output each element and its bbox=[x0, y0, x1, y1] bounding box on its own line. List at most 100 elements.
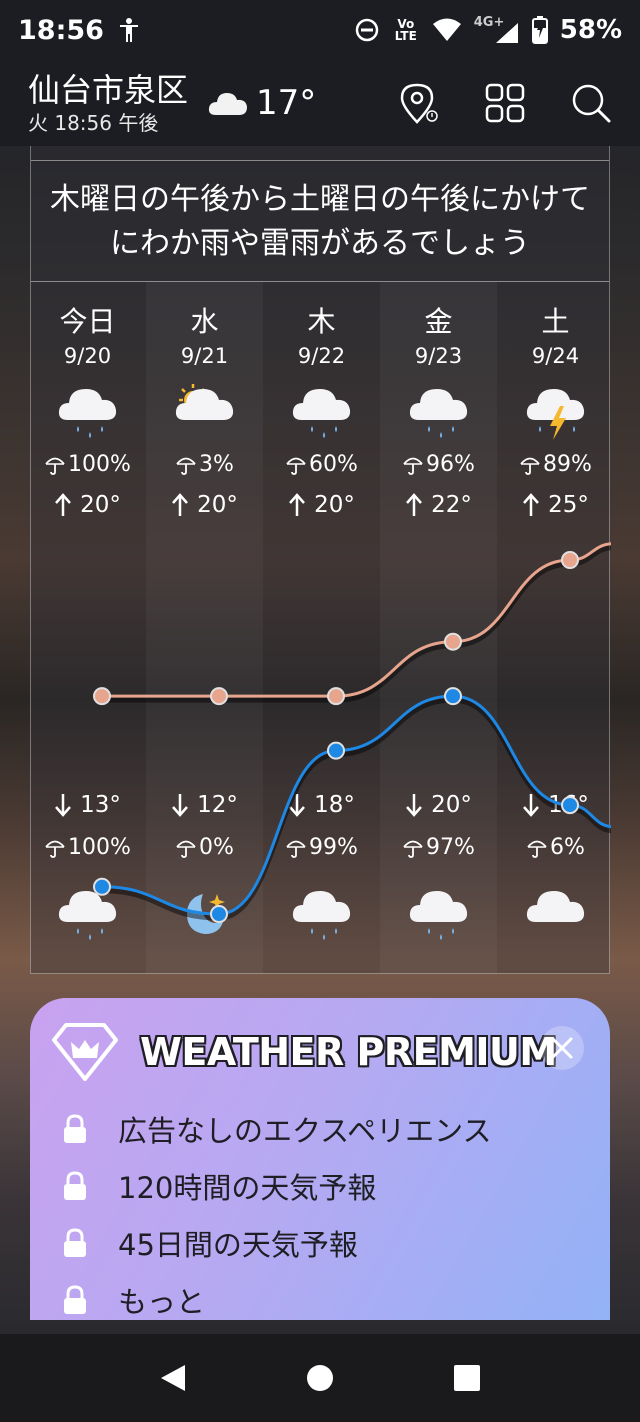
night-precip-value: 0% bbox=[199, 835, 234, 860]
forecast-day-column[interactable]: 水 9/21 3% 20° 12° 0% bbox=[146, 282, 263, 974]
arrow-down-icon bbox=[172, 794, 189, 817]
recents-icon[interactable] bbox=[453, 1364, 481, 1392]
high-temp-value: 25° bbox=[548, 492, 589, 518]
high-temp-value: 20° bbox=[314, 492, 355, 518]
premium-feature-label: もっと bbox=[118, 1285, 206, 1319]
day-precip: 96% bbox=[402, 452, 475, 477]
premium-feature-item: 120時間の天気予報 bbox=[62, 1165, 376, 1207]
forecast-summary: 木曜日の午後から土曜日の午後にかけてにわか雨や雷雨があるでしょう bbox=[31, 162, 609, 282]
low-temp-value: 20° bbox=[431, 792, 472, 818]
app-header: 仙台市泉区 火 18:56 午後 17° bbox=[0, 60, 640, 146]
accessibility-icon bbox=[119, 18, 138, 42]
arrow-up-icon bbox=[289, 493, 306, 516]
night-precip-value: 99% bbox=[309, 835, 358, 860]
grid-icon[interactable] bbox=[484, 82, 526, 124]
card-divider bbox=[31, 160, 609, 161]
high-temp: 20° bbox=[288, 492, 355, 518]
day-date: 9/21 bbox=[180, 344, 229, 368]
day-precip: 60% bbox=[285, 452, 358, 477]
umbrella-icon bbox=[45, 457, 65, 475]
low-temp: 18° bbox=[288, 792, 355, 818]
partly-sunny-icon bbox=[170, 380, 240, 442]
premium-feature-label: 45日間の天気予報 bbox=[118, 1228, 358, 1262]
location-icon[interactable] bbox=[398, 82, 440, 124]
arrow-up-icon bbox=[55, 493, 72, 516]
search-icon[interactable] bbox=[570, 82, 612, 124]
arrow-up-icon bbox=[523, 493, 540, 516]
premium-title: WEATHER PREMIUM bbox=[140, 1030, 557, 1074]
status-bar: 18:56 Vo LTE 4G+ 58% bbox=[0, 0, 640, 60]
day-date: 9/20 bbox=[63, 344, 112, 368]
low-temp: 13° bbox=[54, 792, 121, 818]
umbrella-icon bbox=[403, 457, 423, 475]
high-temp: 20° bbox=[171, 492, 238, 518]
rain-cloud-icon bbox=[53, 380, 123, 442]
wifi-icon bbox=[432, 18, 461, 41]
day-date: 9/24 bbox=[531, 344, 580, 368]
premium-feature-item: もっと bbox=[62, 1279, 205, 1320]
thunderstorm-icon bbox=[521, 380, 591, 442]
volte-icon: Vo LTE bbox=[392, 18, 420, 42]
umbrella-icon bbox=[286, 457, 306, 475]
premium-feature-label: 広告なしのエクスペリエンス bbox=[118, 1114, 492, 1148]
rain-cloud-icon bbox=[287, 380, 357, 442]
high-temp: 25° bbox=[522, 492, 589, 518]
day-precip-value: 96% bbox=[426, 452, 475, 477]
day-name: 金 bbox=[424, 305, 453, 338]
current-temperature: 17° bbox=[256, 83, 317, 123]
low-temp-value: 18° bbox=[314, 792, 355, 818]
night-precip-value: 6% bbox=[550, 835, 585, 860]
umbrella-icon bbox=[286, 840, 306, 858]
high-temp: 22° bbox=[405, 492, 472, 518]
status-time: 18:56 bbox=[18, 14, 104, 46]
umbrella-icon bbox=[176, 840, 196, 858]
battery-charging-icon bbox=[531, 16, 548, 44]
signal-icon bbox=[495, 23, 518, 43]
back-icon[interactable] bbox=[159, 1363, 187, 1393]
location-block[interactable]: 仙台市泉区 火 18:56 午後 bbox=[28, 70, 188, 136]
forecast-day-column[interactable]: 土 9/24 89% 25° 16° 6% bbox=[497, 282, 614, 974]
umbrella-icon bbox=[527, 840, 547, 858]
day-name: 今日 bbox=[59, 305, 116, 338]
city-name[interactable]: 仙台市泉区 bbox=[28, 70, 188, 110]
rain-cloud-icon bbox=[53, 882, 123, 944]
location-subtitle: 火 18:56 午後 bbox=[28, 111, 159, 135]
current-weather[interactable]: 17° bbox=[208, 83, 316, 123]
low-temp-value: 12° bbox=[197, 792, 238, 818]
day-precip-value: 3% bbox=[199, 452, 234, 477]
low-temp-value: 13° bbox=[80, 792, 121, 818]
rain-cloud-icon bbox=[404, 380, 474, 442]
close-icon bbox=[551, 1037, 573, 1059]
close-button[interactable] bbox=[540, 1026, 584, 1070]
arrow-down-icon bbox=[289, 794, 306, 817]
volte-label: Vo LTE bbox=[394, 17, 417, 43]
arrow-down-icon bbox=[55, 794, 72, 817]
premium-crown-badge-icon bbox=[52, 1023, 118, 1081]
day-date: 9/22 bbox=[297, 344, 346, 368]
lock-icon bbox=[64, 1228, 86, 1257]
moon-stars-icon bbox=[170, 882, 240, 944]
forecast-day-column[interactable]: 金 9/23 96% 22° 20° 97% bbox=[380, 282, 497, 974]
night-precip: 99% bbox=[285, 835, 358, 860]
umbrella-icon bbox=[45, 840, 65, 858]
rain-cloud-icon bbox=[404, 882, 474, 944]
premium-promo-panel[interactable]: WEATHER PREMIUM 広告なしのエクスペリエンス 120時間の天気予報 4… bbox=[30, 998, 610, 1320]
daily-forecast-card[interactable]: 木曜日の午後から土曜日の午後にかけてにわか雨や雷雨があるでしょう 今日 9/20 1… bbox=[29, 146, 611, 974]
home-icon[interactable] bbox=[306, 1364, 334, 1392]
night-precip: 0% bbox=[175, 835, 234, 860]
arrow-down-icon bbox=[523, 794, 540, 817]
day-name: 水 bbox=[190, 305, 219, 338]
low-temp: 12° bbox=[171, 792, 238, 818]
night-precip-value: 97% bbox=[426, 835, 475, 860]
day-precip: 100% bbox=[44, 452, 131, 477]
premium-feature-label: 120時間の天気予報 bbox=[118, 1171, 377, 1205]
high-temp: 20° bbox=[54, 492, 121, 518]
system-nav-bar bbox=[0, 1334, 640, 1422]
umbrella-icon bbox=[176, 457, 196, 475]
forecast-day-column[interactable]: 木 9/22 60% 20° 18° 99% bbox=[263, 282, 380, 974]
forecast-day-column[interactable]: 今日 9/20 100% 20° 13° 100% bbox=[29, 282, 146, 974]
umbrella-icon bbox=[520, 457, 540, 475]
lock-icon bbox=[64, 1171, 86, 1200]
umbrella-icon bbox=[403, 840, 423, 858]
high-temp-value: 22° bbox=[431, 492, 472, 518]
